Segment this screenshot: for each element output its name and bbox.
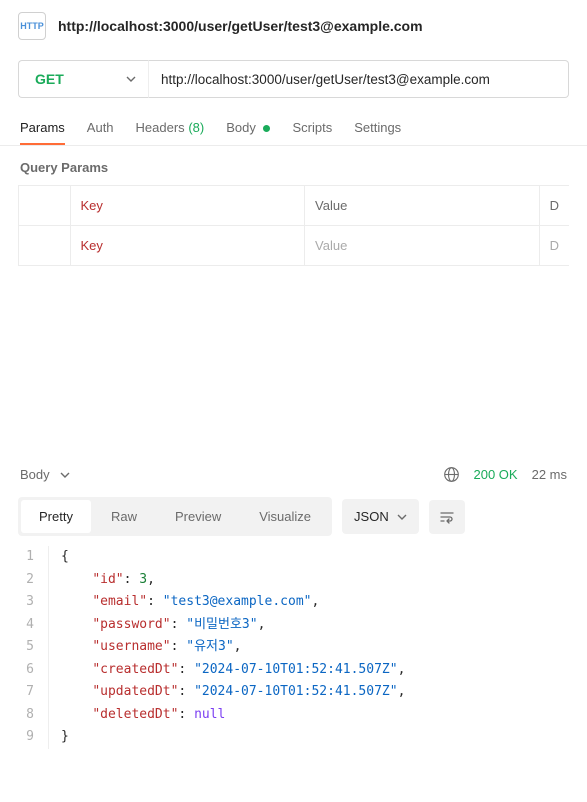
chevron-down-icon <box>397 512 407 522</box>
tab-auth[interactable]: Auth <box>87 120 114 145</box>
format-label: JSON <box>354 509 389 524</box>
code-line: 4 "password": "비밀번호3", <box>18 614 569 637</box>
globe-icon[interactable] <box>443 466 460 483</box>
line-content: "createdDt": "2024-07-10T01:52:41.507Z", <box>48 659 569 682</box>
line-number: 6 <box>18 659 48 682</box>
line-number: 7 <box>18 681 48 704</box>
col-key: Key <box>71 186 306 225</box>
url-bar: GET <box>18 60 569 98</box>
tab-body-label: Body <box>226 120 256 135</box>
code-line: 1{ <box>18 546 569 569</box>
request-title: http://localhost:3000/user/getUser/test3… <box>58 18 423 34</box>
query-params-table: Key Value D Key Value D <box>18 185 569 266</box>
viewtab-preview[interactable]: Preview <box>157 500 239 533</box>
line-content: "updatedDt": "2024-07-10T01:52:41.507Z", <box>48 681 569 704</box>
response-view-controls: Pretty Raw Preview Visualize JSON <box>0 497 587 536</box>
code-line: 8 "deletedDt": null <box>18 704 569 727</box>
response-body-code[interactable]: 1{2 "id": 3,3 "email": "test3@example.co… <box>18 546 569 749</box>
response-time: 22 ms <box>532 467 567 482</box>
code-line: 2 "id": 3, <box>18 569 569 592</box>
line-number: 9 <box>18 726 48 749</box>
tab-params[interactable]: Params <box>20 120 65 145</box>
format-select[interactable]: JSON <box>342 499 419 534</box>
table-row[interactable]: Key Value D <box>19 226 569 265</box>
col-value: Value <box>305 186 540 225</box>
line-number: 5 <box>18 636 48 659</box>
col-checkbox <box>19 186 71 225</box>
key-input[interactable]: Key <box>71 226 306 265</box>
code-line: 9} <box>18 726 569 749</box>
wrap-lines-button[interactable] <box>429 500 465 534</box>
http-method-label: GET <box>35 71 64 87</box>
code-line: 6 "createdDt": "2024-07-10T01:52:41.507Z… <box>18 659 569 682</box>
tab-headers[interactable]: Headers (8) <box>136 120 205 145</box>
tab-headers-label: Headers <box>136 120 185 135</box>
viewtab-raw[interactable]: Raw <box>93 500 155 533</box>
body-indicator-dot <box>263 125 270 132</box>
request-tabs: Params Auth Headers (8) Body Scripts Set… <box>0 98 587 145</box>
line-number: 1 <box>18 546 48 569</box>
viewtab-visualize[interactable]: Visualize <box>241 500 329 533</box>
line-content: } <box>48 726 569 749</box>
line-content: "password": "비밀번호3", <box>48 614 569 637</box>
http-method-select[interactable]: GET <box>18 60 148 98</box>
chevron-down-icon <box>126 74 136 84</box>
response-header: Body 200 OK 22 ms <box>0 466 587 497</box>
line-content: "email": "test3@example.com", <box>48 591 569 614</box>
wrap-icon <box>439 509 455 525</box>
code-line: 5 "username": "유저3", <box>18 636 569 659</box>
request-header: HTTP http://localhost:3000/user/getUser/… <box>0 0 587 54</box>
line-number: 8 <box>18 704 48 727</box>
query-params-title: Query Params <box>0 146 587 185</box>
url-input[interactable] <box>148 60 569 98</box>
desc-input[interactable]: D <box>540 226 569 265</box>
line-content: "id": 3, <box>48 569 569 592</box>
code-line: 7 "updatedDt": "2024-07-10T01:52:41.507Z… <box>18 681 569 704</box>
tab-scripts[interactable]: Scripts <box>292 120 332 145</box>
code-line: 3 "email": "test3@example.com", <box>18 591 569 614</box>
response-body-label: Body <box>20 467 50 482</box>
tab-headers-count: (8) <box>188 120 204 135</box>
tab-body[interactable]: Body <box>226 120 270 145</box>
value-input[interactable]: Value <box>305 226 540 265</box>
response-view-tabs: Pretty Raw Preview Visualize <box>18 497 332 536</box>
chevron-down-icon[interactable] <box>60 470 70 480</box>
col-desc: D <box>540 186 569 225</box>
status-code: 200 OK <box>474 467 518 482</box>
http-icon: HTTP <box>18 12 46 40</box>
line-number: 3 <box>18 591 48 614</box>
line-content: "deletedDt": null <box>48 704 569 727</box>
tab-settings[interactable]: Settings <box>354 120 401 145</box>
viewtab-pretty[interactable]: Pretty <box>21 500 91 533</box>
row-checkbox[interactable] <box>19 226 71 265</box>
line-content: { <box>48 546 569 569</box>
line-number: 4 <box>18 614 48 637</box>
line-content: "username": "유저3", <box>48 636 569 659</box>
table-header-row: Key Value D <box>19 186 569 226</box>
line-number: 2 <box>18 569 48 592</box>
